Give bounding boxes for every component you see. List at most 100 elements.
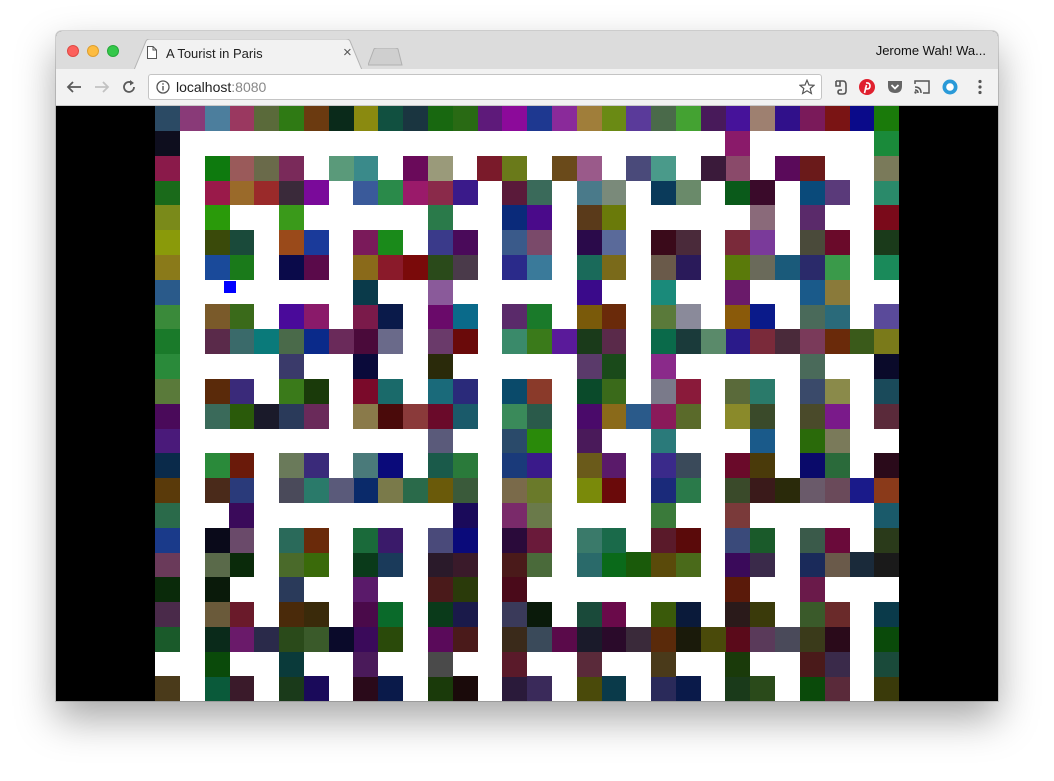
maze-wall-block bbox=[378, 379, 403, 404]
maze-wall-block bbox=[651, 503, 676, 528]
maze-wall-block bbox=[155, 106, 180, 131]
maze-wall-block bbox=[304, 180, 329, 205]
maze-wall-block bbox=[205, 156, 230, 181]
maze-wall-block bbox=[775, 329, 800, 354]
maze-wall-block bbox=[577, 453, 602, 478]
maze-wall-block bbox=[180, 106, 205, 131]
maze-wall-block bbox=[874, 652, 899, 677]
maze-wall-block bbox=[626, 156, 651, 181]
maze-wall-block bbox=[874, 676, 899, 701]
maze-wall-block bbox=[353, 676, 378, 701]
maze-wall-block bbox=[428, 280, 453, 305]
maze-wall-block bbox=[254, 180, 279, 205]
maze-wall-block bbox=[279, 106, 304, 131]
url-text: localhost:8080 bbox=[176, 79, 266, 95]
maze-wall-block bbox=[601, 354, 626, 379]
maze-wall-block bbox=[577, 428, 602, 453]
maze-wall-block bbox=[205, 478, 230, 503]
maze-wall-block bbox=[155, 428, 180, 453]
maze-wall-block bbox=[800, 453, 825, 478]
tab-close-icon[interactable]: × bbox=[343, 44, 352, 61]
maze-wall-block bbox=[577, 230, 602, 255]
maze-wall-block bbox=[775, 478, 800, 503]
maze-wall-block bbox=[651, 404, 676, 429]
maze-wall-block bbox=[800, 280, 825, 305]
maze-wall-block bbox=[155, 280, 180, 305]
maze-wall-block bbox=[155, 404, 180, 429]
maze-wall-block bbox=[428, 379, 453, 404]
maze-wall-block bbox=[676, 528, 701, 553]
maze-wall-block bbox=[800, 528, 825, 553]
maze-wall-block bbox=[453, 627, 478, 652]
maze-wall-block bbox=[874, 354, 899, 379]
maze-wall-block bbox=[527, 404, 552, 429]
pocket-icon[interactable] bbox=[886, 78, 904, 96]
maze-wall-block bbox=[527, 304, 552, 329]
info-icon[interactable] bbox=[156, 80, 170, 94]
profile-name[interactable]: Jerome Wah! Wa... bbox=[876, 43, 986, 58]
maze-wall-block bbox=[353, 255, 378, 280]
maze-wall-block bbox=[527, 329, 552, 354]
maze-wall-block bbox=[527, 478, 552, 503]
maximize-window-button[interactable] bbox=[107, 45, 119, 57]
maze-wall-block bbox=[279, 180, 304, 205]
maze-wall-block bbox=[874, 552, 899, 577]
maze-wall-block bbox=[304, 329, 329, 354]
maze-wall-block bbox=[800, 304, 825, 329]
maze-wall-block bbox=[626, 404, 651, 429]
reload-icon[interactable] bbox=[119, 77, 139, 97]
close-window-button[interactable] bbox=[67, 45, 79, 57]
maze-wall-block bbox=[601, 602, 626, 627]
maze-wall-block bbox=[651, 627, 676, 652]
maze-wall-block bbox=[800, 180, 825, 205]
maze-wall-block bbox=[775, 156, 800, 181]
maze-wall-block bbox=[825, 304, 850, 329]
maze-wall-block bbox=[577, 404, 602, 429]
back-icon[interactable] bbox=[64, 77, 84, 97]
maze-wall-block bbox=[676, 552, 701, 577]
maze-wall-block bbox=[502, 106, 527, 131]
new-tab-button[interactable] bbox=[368, 48, 404, 66]
maze-wall-block bbox=[502, 453, 527, 478]
maze-wall-block bbox=[229, 180, 254, 205]
maze-wall-block bbox=[155, 354, 180, 379]
pinterest-icon[interactable] bbox=[858, 78, 876, 96]
maze-wall-block bbox=[155, 627, 180, 652]
menu-kebab-icon[interactable] bbox=[971, 78, 989, 96]
browser-window: A Tourist in Paris × Jerome Wah! Wa... l… bbox=[56, 31, 998, 701]
minimize-window-button[interactable] bbox=[87, 45, 99, 57]
maze-wall-block bbox=[279, 354, 304, 379]
extension-ring-icon[interactable] bbox=[941, 78, 959, 96]
maze-wall-block bbox=[750, 528, 775, 553]
maze-wall-block bbox=[800, 652, 825, 677]
maze-wall-block bbox=[527, 230, 552, 255]
maze-wall-block bbox=[701, 329, 726, 354]
address-bar[interactable]: localhost:8080 bbox=[148, 74, 822, 100]
maze-wall-block bbox=[229, 676, 254, 701]
maze-board[interactable] bbox=[155, 106, 899, 701]
maze-wall-block bbox=[626, 627, 651, 652]
maze-wall-block bbox=[205, 577, 230, 602]
maze-wall-block bbox=[825, 627, 850, 652]
maze-wall-block bbox=[502, 205, 527, 230]
maze-wall-block bbox=[477, 156, 502, 181]
cast-icon[interactable] bbox=[913, 78, 931, 96]
bookmark-star-icon[interactable] bbox=[799, 79, 815, 95]
maze-wall-block bbox=[849, 478, 874, 503]
maze-wall-block bbox=[453, 528, 478, 553]
maze-wall-block bbox=[502, 602, 527, 627]
evernote-icon[interactable] bbox=[832, 78, 850, 96]
maze-wall-block bbox=[279, 577, 304, 602]
maze-wall-block bbox=[651, 379, 676, 404]
maze-wall-block bbox=[626, 552, 651, 577]
maze-wall-block bbox=[155, 379, 180, 404]
maze-wall-block bbox=[725, 652, 750, 677]
forward-icon[interactable] bbox=[92, 77, 112, 97]
maze-wall-block bbox=[725, 329, 750, 354]
page-icon bbox=[147, 46, 157, 59]
maze-wall-block bbox=[800, 156, 825, 181]
maze-wall-block bbox=[725, 577, 750, 602]
maze-wall-block bbox=[676, 602, 701, 627]
maze-wall-block bbox=[279, 528, 304, 553]
maze-wall-block bbox=[453, 230, 478, 255]
